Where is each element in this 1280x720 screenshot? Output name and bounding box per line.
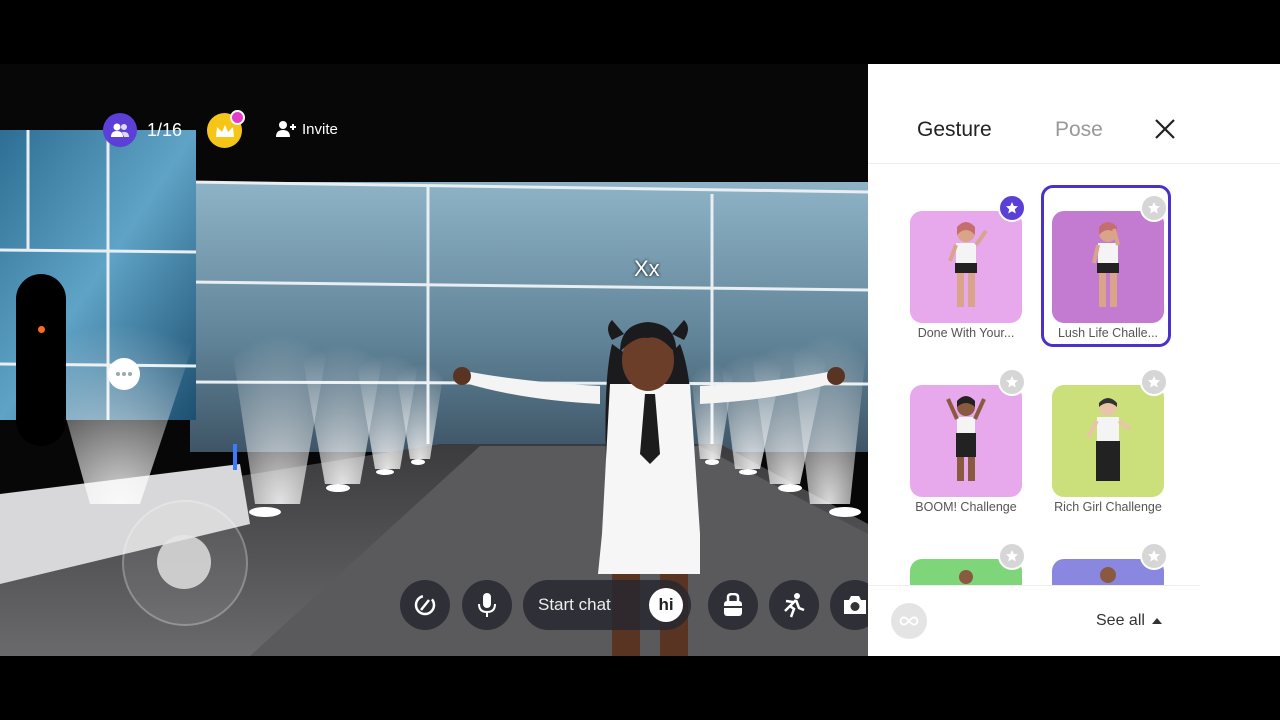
gesture-thumbnail [910,211,1022,323]
microphone-button[interactable] [462,580,512,630]
see-all-label: See all [1096,612,1145,629]
infinity-loop-icon[interactable] [891,603,927,639]
gesture-item[interactable]: Done With Your... [910,211,1022,340]
tab-pose[interactable]: Pose [1055,118,1103,142]
notification-dot [230,110,245,125]
divider [868,585,1200,586]
favorite-star-icon[interactable] [998,194,1026,222]
gesture-thumbnail [910,385,1022,497]
avatar-name-tag: Xx [634,256,660,281]
hi-greeting-button[interactable]: hi [649,588,683,622]
caret-up-icon [1151,618,1162,624]
gesture-item-selected[interactable]: Lush Life Challe... [1052,211,1164,340]
star-outline-icon[interactable] [1140,542,1168,570]
gesture-item[interactable]: BOOM! Challenge [910,385,1022,514]
running-person-icon [784,593,805,618]
camera-icon [844,596,866,614]
gesture-item[interactable]: Rich Girl Challenge [1052,385,1164,514]
close-icon[interactable] [1154,118,1176,140]
hi-label: hi [658,595,674,614]
gesture-caption: BOOM! Challenge [915,500,1017,514]
gesture-thumbnail [1052,385,1164,497]
start-chat-label: Start chat [538,595,611,614]
gesture-caption: Rich Girl Challenge [1054,500,1162,514]
gesture-thumbnail [1052,211,1164,323]
gesture-button[interactable] [769,580,819,630]
status-dot [38,326,45,333]
movement-joystick[interactable] [122,500,248,626]
rotate-icon [414,594,436,616]
bag-icon [724,593,742,616]
invite-label: Invite [302,120,338,138]
microphone-icon [478,593,496,617]
gesture-caption: Done With Your... [917,326,1015,340]
rotate-camera-button[interactable] [400,580,450,630]
gesture-grid: Done With Your... Lush Life Challe... BO… [868,164,1200,585]
player-count: 1/16 [147,120,183,140]
tab-gesture[interactable]: Gesture [917,118,992,142]
joystick-knob[interactable] [157,535,211,589]
star-outline-icon[interactable] [1140,194,1168,222]
star-outline-icon[interactable] [998,542,1026,570]
wardrobe-button[interactable] [708,580,758,630]
game-viewport[interactable]: 1/16 Invite Xx Start chat hi [0,64,868,656]
star-outline-icon[interactable] [1140,368,1168,396]
star-outline-icon[interactable] [998,368,1026,396]
chat-bubble-icon[interactable] [108,358,140,390]
gesture-panel: Gesture Pose Done With Your... Lush Life… [868,64,1280,656]
side-menu-bar[interactable] [16,274,66,446]
add-person-icon [276,121,296,137]
see-all-button[interactable]: See all [1096,612,1163,630]
players-icon[interactable] [103,113,137,147]
invite-button[interactable]: Invite [276,120,338,138]
gesture-caption: Lush Life Challe... [1057,326,1159,340]
